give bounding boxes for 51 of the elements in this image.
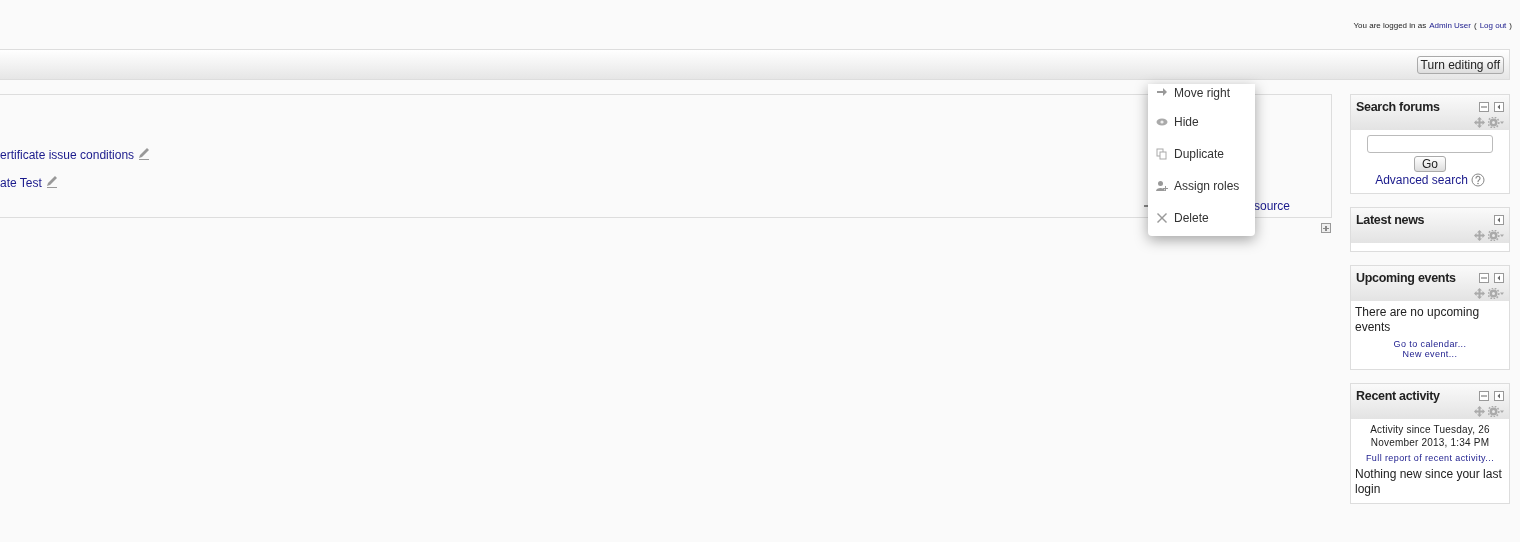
search-field[interactable] [1367, 135, 1493, 153]
menu-item[interactable]: Hide [1174, 115, 1199, 129]
full-report-link[interactable]: Full report of recent activity... [1365, 453, 1495, 463]
menu-item[interactable]: Duplicate [1174, 147, 1225, 161]
login-text: You are logged in as [1353, 20, 1427, 30]
move-icon[interactable] [1474, 406, 1485, 417]
block-title: Recent activity [1356, 389, 1440, 403]
edit-icon[interactable] [137, 146, 151, 160]
user-link[interactable]: Admin User [1429, 20, 1471, 30]
paren-text: ( [1473, 20, 1477, 30]
minimize-icon[interactable] [1479, 273, 1489, 283]
minimize-icon[interactable] [1479, 391, 1489, 401]
block-text: There are no upcoming events [1355, 305, 1481, 335]
duplicate-icon[interactable] [1156, 148, 1168, 160]
paren-text: ) [1509, 20, 1512, 30]
eye-icon[interactable] [1156, 116, 1168, 128]
block-title: Search forums [1356, 100, 1440, 114]
gear-icon[interactable] [1488, 230, 1504, 241]
move-icon[interactable] [1474, 288, 1485, 299]
cross-icon[interactable] [1156, 212, 1168, 224]
activity-since-text: Activity since Tuesday, 26 November 2013, 1:34 PM [1369, 423, 1491, 449]
dock-icon[interactable] [1494, 215, 1504, 225]
move-icon[interactable] [1474, 230, 1485, 241]
arrow-right-icon[interactable] [1156, 86, 1168, 98]
gear-icon[interactable] [1488, 117, 1504, 128]
turn-editing-off-button[interactable]: Turn editing off [1416, 55, 1504, 74]
dock-icon[interactable] [1494, 273, 1504, 283]
minimize-icon[interactable] [1479, 102, 1489, 112]
block-title: Latest news [1356, 213, 1425, 227]
gear-icon[interactable] [1488, 406, 1504, 417]
block-link[interactable]: Go to calendar... [1393, 339, 1467, 349]
go-button[interactable]: Go [1414, 156, 1446, 172]
block-text: Nothing new since your last login [1355, 467, 1503, 497]
help-icon[interactable] [1470, 173, 1485, 187]
activity-link[interactable]: ertificate issue conditions [0, 148, 135, 162]
block-link[interactable]: New event... [1402, 349, 1458, 359]
gear-icon[interactable] [1488, 288, 1504, 299]
edit-icon[interactable] [44, 174, 58, 188]
menu-item[interactable]: Assign roles [1174, 179, 1240, 193]
person-plus-icon[interactable] [1156, 180, 1168, 192]
menu-item[interactable]: Delete [1174, 211, 1209, 225]
dock-icon[interactable] [1494, 102, 1504, 112]
logout-link[interactable]: Log out [1479, 20, 1507, 30]
add-resource-link[interactable]: source [1253, 199, 1290, 213]
advanced-search-link[interactable]: Advanced search [1375, 173, 1468, 187]
add-block-icon[interactable] [1321, 223, 1331, 233]
menu-item[interactable]: Move right [1174, 86, 1231, 100]
block-title: Upcoming events [1356, 271, 1456, 285]
dock-icon[interactable] [1494, 391, 1504, 401]
move-icon[interactable] [1474, 117, 1485, 128]
activity-link[interactable]: ate Test [0, 176, 42, 190]
